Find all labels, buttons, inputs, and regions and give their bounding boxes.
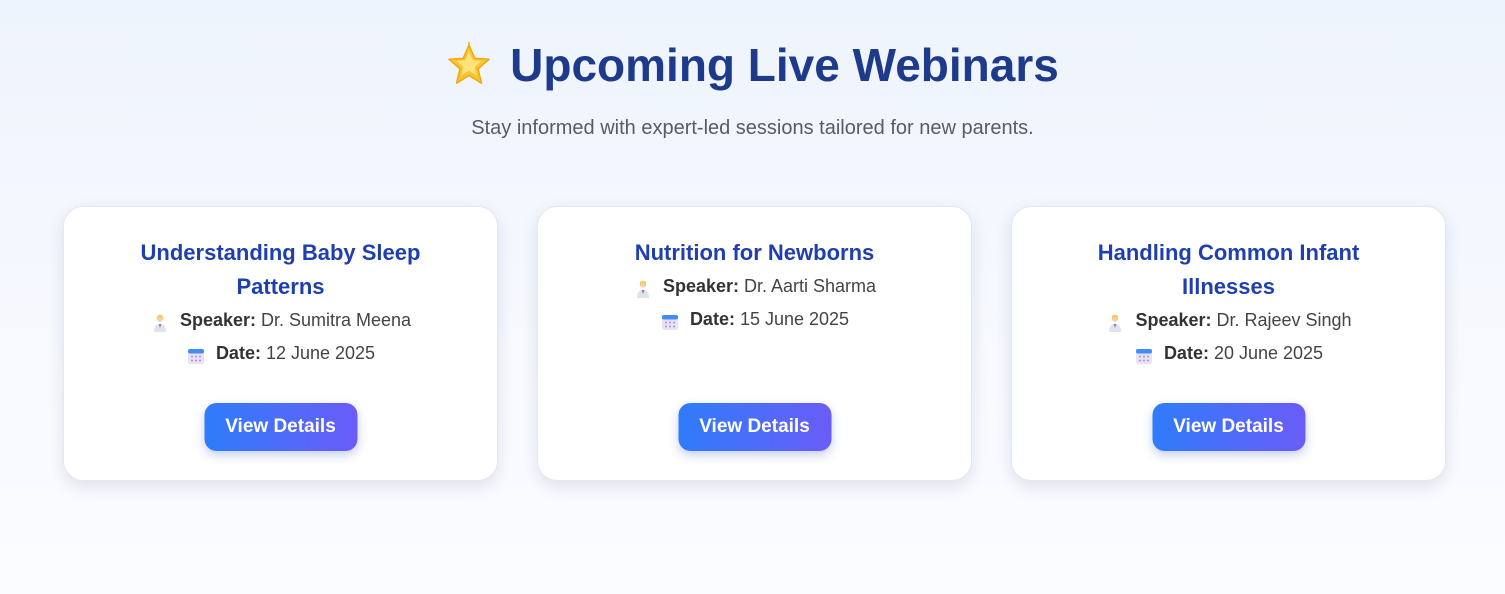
speaker-name: Dr. Rajeev Singh: [1216, 310, 1352, 330]
view-details-button[interactable]: View Details: [204, 403, 357, 451]
speaker-row: Speaker: Dr. Sumitra Meena: [114, 304, 447, 337]
calendar-icon: [1134, 344, 1154, 364]
glowing-star-icon: [446, 42, 492, 88]
calendar-icon: [186, 344, 206, 364]
speaker-label: Speaker:: [179, 310, 256, 330]
page-header: Upcoming Live Webinars Stay informed wit…: [0, 0, 1505, 140]
date-row: Date: 15 June 2025: [588, 303, 921, 336]
speaker-label: Speaker:: [662, 276, 739, 296]
date-row: Date: 20 June 2025: [1062, 337, 1395, 370]
view-details-button[interactable]: View Details: [678, 403, 831, 451]
webinar-title: Handling Common Infant Illnesses: [1097, 240, 1360, 299]
speaker-row: Speaker: Dr. Rajeev Singh: [1062, 304, 1395, 337]
webinar-title: Nutrition for Newborns: [634, 240, 875, 265]
calendar-icon: [660, 310, 680, 330]
date-row: Date: 12 June 2025: [114, 337, 447, 370]
webinar-title: Understanding Baby Sleep Patterns: [140, 240, 421, 299]
doctor-icon: [150, 311, 170, 332]
speaker-name: Dr. Aarti Sharma: [744, 276, 877, 296]
date-label: Date:: [1163, 343, 1209, 363]
page-subtitle: Stay informed with expert-led sessions t…: [471, 117, 1034, 139]
speaker-name: Dr. Sumitra Meena: [260, 310, 412, 330]
webinar-card: Understanding Baby Sleep Patterns Speake…: [63, 206, 498, 481]
page-title-text: Upcoming Live Webinars: [510, 39, 1059, 91]
view-details-button[interactable]: View Details: [1152, 403, 1305, 451]
page-title: Upcoming Live Webinars: [446, 38, 1059, 92]
speaker-label: Speaker:: [1135, 310, 1212, 330]
date-label: Date:: [689, 309, 735, 329]
date-value: 20 June 2025: [1213, 343, 1324, 363]
webinar-cards: Understanding Baby Sleep Patterns Speake…: [63, 206, 1446, 481]
speaker-row: Speaker: Dr. Aarti Sharma: [588, 270, 921, 303]
date-label: Date:: [215, 343, 261, 363]
date-value: 12 June 2025: [265, 343, 376, 363]
date-value: 15 June 2025: [739, 309, 850, 329]
doctor-icon: [1105, 311, 1125, 332]
webinar-card: Handling Common Infant Illnesses Speaker…: [1011, 206, 1446, 481]
doctor-icon: [633, 277, 653, 298]
webinar-card: Nutrition for Newborns Speaker: Dr. Aart…: [537, 206, 972, 481]
